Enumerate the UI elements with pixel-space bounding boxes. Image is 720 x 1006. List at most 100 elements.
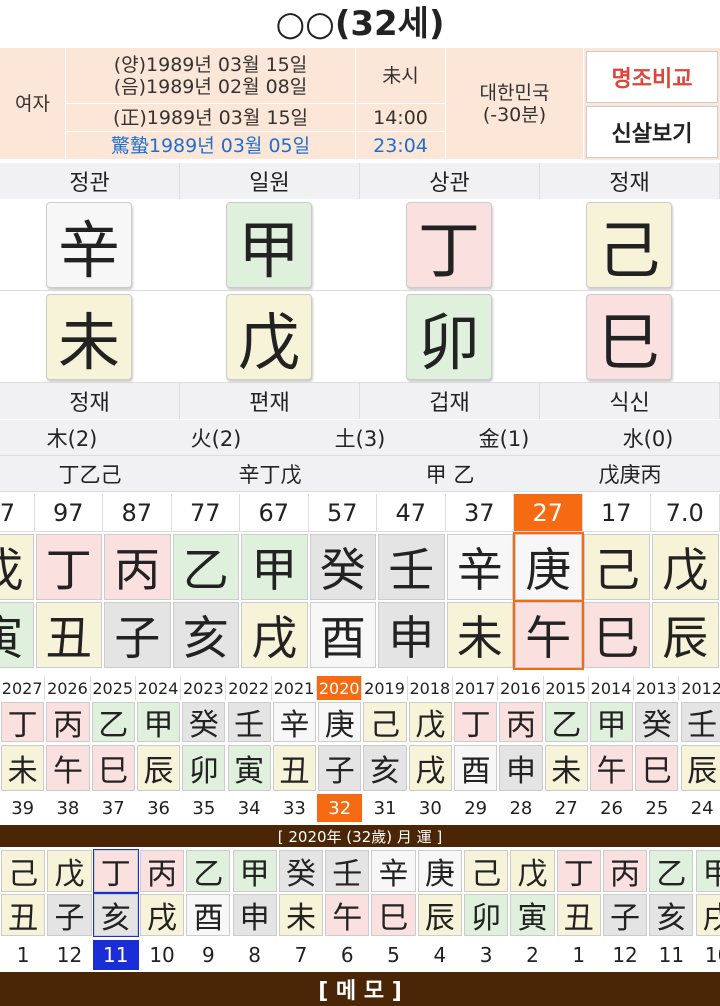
sewoon-year[interactable]: 2027 — [0, 676, 46, 700]
wolwoon-stem[interactable]: 庚 — [417, 850, 462, 892]
wolwoon-branch[interactable]: 午 — [325, 894, 370, 936]
sewoon-stem[interactable]: 癸 — [182, 702, 226, 743]
sewoon-year[interactable]: 2013 — [634, 676, 680, 700]
daewoon-branch[interactable]: 午 — [513, 600, 584, 670]
sewoon-stem[interactable]: 甲 — [136, 702, 181, 743]
sewoon-stem[interactable]: 壬 — [227, 702, 271, 743]
sewoon-age[interactable]: 24 — [680, 794, 720, 822]
day-stem[interactable]: 甲 — [226, 202, 312, 288]
sewoon-year[interactable]: 2019 — [362, 676, 408, 700]
daewoon-branch[interactable]: 未 — [446, 602, 513, 668]
wolwoon-branch[interactable]: 戌 — [139, 894, 185, 936]
daewoon-stem[interactable]: 癸 — [309, 534, 376, 600]
sewoon-stem[interactable]: 乙 — [91, 702, 135, 743]
daewoon-stem[interactable]: 乙 — [172, 534, 239, 600]
daewoon-age[interactable]: 57 — [308, 494, 377, 532]
wolwoon-month[interactable]: 11 — [92, 940, 139, 970]
wolwoon-stem[interactable]: 丁 — [92, 849, 139, 893]
wolwoon-stem[interactable]: 乙 — [186, 850, 231, 892]
wolwoon-month[interactable]: 9 — [185, 940, 231, 970]
wolwoon-month[interactable]: 8 — [232, 940, 278, 970]
wolwoon-branch[interactable]: 子 — [602, 894, 648, 936]
sewoon-stem[interactable]: 甲 — [589, 702, 634, 743]
month-branch[interactable]: 卯 — [406, 294, 492, 380]
sewoon-branch[interactable]: 未 — [1, 745, 45, 791]
daewoon-age[interactable]: 07 — [0, 494, 35, 532]
wolwoon-stem[interactable]: 甲 — [695, 850, 720, 892]
sewoon-year[interactable]: 2021 — [272, 676, 318, 700]
daewoon-stem[interactable]: 甲 — [241, 534, 308, 600]
wolwoon-branch[interactable]: 丑 — [556, 894, 601, 936]
sewoon-branch[interactable]: 午 — [46, 745, 90, 791]
wolwoon-month[interactable]: 10 — [695, 940, 720, 970]
daewoon-stem[interactable]: 壬 — [378, 534, 445, 600]
sewoon-branch[interactable]: 未 — [544, 745, 588, 791]
wolwoon-month[interactable]: 7 — [278, 940, 324, 970]
sewoon-year[interactable]: 2018 — [408, 676, 453, 700]
wolwoon-branch[interactable]: 子 — [47, 894, 92, 936]
year-stem[interactable]: 辛 — [46, 202, 132, 288]
sewoon-year[interactable]: 2015 — [544, 676, 589, 700]
sewoon-age[interactable]: 38 — [45, 794, 90, 822]
sewoon-age[interactable]: 36 — [136, 794, 181, 822]
wolwoon-stem[interactable]: 丙 — [602, 850, 648, 892]
sewoon-age[interactable]: 33 — [272, 794, 317, 822]
daewoon-age[interactable]: 7.0 — [651, 494, 720, 532]
sewoon-stem[interactable]: 庚 — [318, 702, 362, 743]
sewoon-stem[interactable]: 乙 — [544, 702, 588, 743]
wolwoon-stem[interactable]: 丙 — [139, 850, 185, 892]
sewoon-branch[interactable]: 辰 — [680, 745, 720, 791]
wolwoon-stem[interactable]: 甲 — [232, 850, 277, 892]
sewoon-age[interactable]: 39 — [0, 794, 45, 822]
daewoon-branch[interactable]: 辰 — [652, 602, 719, 668]
sewoon-branch[interactable]: 酉 — [454, 745, 498, 791]
memo-bar[interactable]: [ 메 모 ] — [0, 972, 720, 1006]
daewoon-stem[interactable]: 丙 — [104, 534, 171, 600]
sinsal-button[interactable]: 신살보기 — [586, 106, 718, 158]
wolwoon-month[interactable]: 5 — [370, 940, 416, 970]
sewoon-age[interactable]: 34 — [227, 794, 272, 822]
sewoon-age[interactable]: 26 — [589, 794, 634, 822]
wolwoon-stem[interactable]: 己 — [1, 850, 46, 892]
sewoon-age[interactable]: 27 — [544, 794, 589, 822]
daewoon-age[interactable]: 67 — [240, 494, 309, 532]
sewoon-age[interactable]: 35 — [181, 794, 226, 822]
sewoon-year[interactable]: 2016 — [498, 676, 544, 700]
daewoon-branch[interactable]: 巳 — [583, 602, 650, 668]
daewoon-age[interactable]: 27 — [514, 494, 583, 532]
sewoon-stem[interactable]: 癸 — [635, 702, 679, 743]
sewoon-age[interactable]: 37 — [91, 794, 136, 822]
sewoon-branch[interactable]: 戌 — [408, 745, 452, 791]
day-branch[interactable]: 戊 — [226, 294, 312, 380]
daewoon-branch[interactable]: 子 — [104, 602, 171, 668]
sewoon-age[interactable]: 28 — [498, 794, 543, 822]
wolwoon-month[interactable]: 12 — [602, 940, 648, 970]
daewoon-branch[interactable]: 寅 — [0, 602, 34, 668]
sewoon-stem[interactable]: 壬 — [680, 702, 720, 743]
wolwoon-month[interactable]: 1 — [556, 940, 602, 970]
wolwoon-month[interactable]: 6 — [324, 940, 370, 970]
wolwoon-branch[interactable]: 巳 — [371, 894, 416, 936]
sewoon-stem[interactable]: 丙 — [46, 702, 90, 743]
daewoon-branch[interactable]: 酉 — [309, 602, 376, 668]
daewoon-age[interactable]: 47 — [377, 494, 446, 532]
wolwoon-branch[interactable]: 亥 — [649, 894, 694, 936]
sewoon-branch[interactable]: 申 — [499, 745, 543, 791]
daewoon-age[interactable]: 37 — [445, 494, 514, 532]
daewoon-stem[interactable]: 己 — [583, 534, 650, 600]
sewoon-branch[interactable]: 午 — [589, 745, 634, 791]
year-branch[interactable]: 未 — [46, 294, 132, 380]
wolwoon-branch[interactable]: 戌 — [695, 894, 720, 936]
sewoon-branch[interactable]: 巳 — [91, 745, 135, 791]
wolwoon-month[interactable]: 4 — [417, 940, 463, 970]
wolwoon-branch[interactable]: 辰 — [417, 894, 462, 936]
sewoon-year[interactable]: 2020 — [317, 676, 363, 700]
daewoon-age[interactable]: 97 — [34, 494, 103, 532]
daewoon-stem[interactable]: 辛 — [446, 534, 513, 600]
wolwoon-stem[interactable]: 癸 — [278, 850, 324, 892]
wolwoon-branch[interactable]: 申 — [232, 894, 277, 936]
wolwoon-month[interactable]: 2 — [509, 940, 555, 970]
sewoon-branch[interactable]: 巳 — [635, 745, 679, 791]
sewoon-year[interactable]: 2022 — [227, 676, 272, 700]
sewoon-branch[interactable]: 亥 — [363, 745, 407, 791]
